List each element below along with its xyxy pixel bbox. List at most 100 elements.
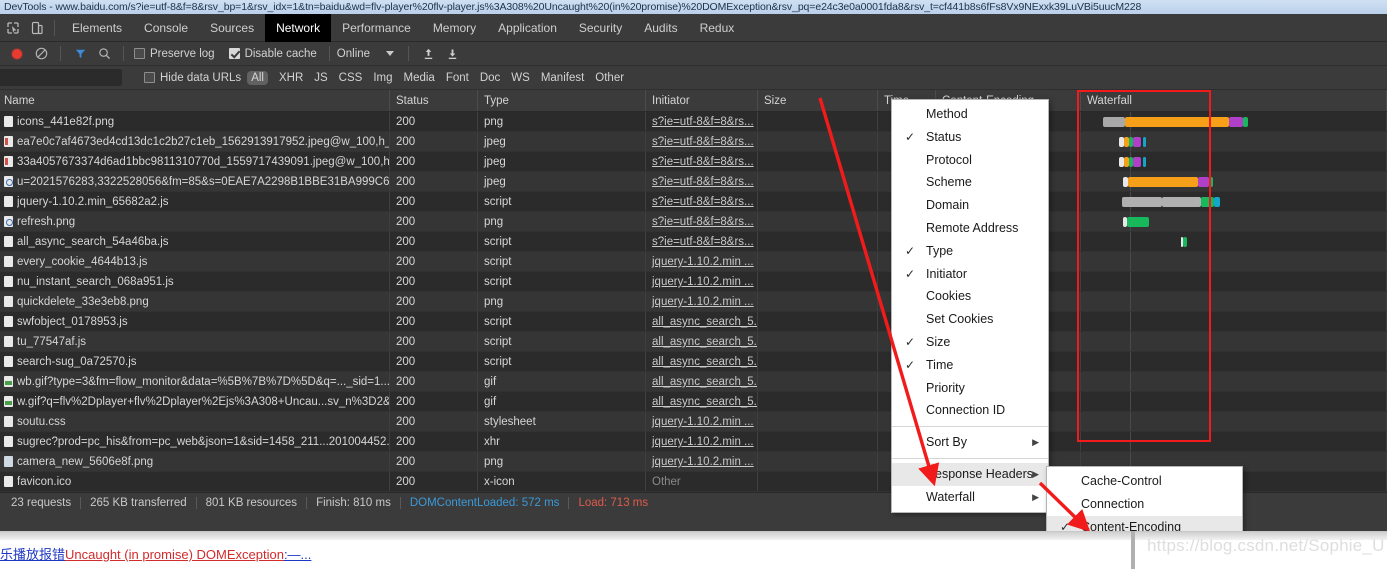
preserve-log-checkbox[interactable]: Preserve log bbox=[134, 48, 215, 60]
search-icon[interactable] bbox=[92, 43, 116, 65]
tab-application[interactable]: Application bbox=[487, 14, 568, 42]
initiator-link[interactable]: jquery-1.10.2.min ... bbox=[652, 436, 754, 448]
table-row[interactable]: wb.gif?type=3&fm=flow_monitor&data=%5B%7… bbox=[0, 372, 1387, 392]
menu-item-connection-id[interactable]: Connection ID bbox=[892, 399, 1048, 422]
error-text-tail[interactable]: :—... bbox=[284, 547, 311, 562]
initiator-link[interactable]: jquery-1.10.2.min ... bbox=[652, 276, 754, 288]
initiator-link[interactable]: jquery-1.10.2.min ... bbox=[652, 256, 754, 268]
funnel-icon[interactable] bbox=[68, 43, 92, 65]
filter-type-img[interactable]: Img bbox=[373, 72, 392, 84]
initiator-link[interactable]: all_async_search_5... bbox=[652, 316, 757, 328]
page-scroll-grip[interactable] bbox=[1131, 531, 1135, 569]
table-row[interactable]: all_async_search_54a46ba.js 200 script s?ie… bbox=[0, 232, 1387, 252]
table-row[interactable]: nu_instant_search_068a951.js 200 script jqu… bbox=[0, 272, 1387, 292]
tab-security[interactable]: Security bbox=[568, 14, 633, 42]
column-context-menu[interactable]: Method ✓ Status Protocol Scheme Domain Remote … bbox=[891, 99, 1049, 513]
filter-type-css[interactable]: CSS bbox=[339, 72, 363, 84]
tab-elements[interactable]: Elements bbox=[61, 14, 133, 42]
initiator-link[interactable]: all_async_search_5... bbox=[652, 356, 757, 368]
filter-type-doc[interactable]: Doc bbox=[480, 72, 500, 84]
table-row[interactable]: u=2021576283,3322528056&fm=85&s=0EAE7A22… bbox=[0, 172, 1387, 192]
initiator-link[interactable]: s?ie=utf-8&f=8&rs... bbox=[652, 216, 754, 228]
column-header-size[interactable]: Size bbox=[758, 90, 878, 111]
initiator-link[interactable]: s?ie=utf-8&f=8&rs... bbox=[652, 116, 754, 128]
initiator-link[interactable]: s?ie=utf-8&f=8&rs... bbox=[652, 196, 754, 208]
hide-data-urls-checkbox[interactable]: Hide data URLs bbox=[144, 72, 241, 84]
table-row[interactable]: refresh.png200pngs?ie=utf-8&f=8&rs...4 m… bbox=[0, 212, 1387, 232]
column-header-waterfall[interactable]: Waterfall bbox=[1081, 90, 1387, 111]
tab-memory[interactable]: Memory bbox=[422, 14, 487, 42]
menu-item-protocol[interactable]: Protocol bbox=[892, 149, 1048, 172]
table-row[interactable]: jquery-1.10.2.min_65682a2.js 200 script s?i… bbox=[0, 192, 1387, 212]
initiator-link[interactable]: jquery-1.10.2.min ... bbox=[652, 456, 754, 468]
menu-item-scheme[interactable]: Scheme bbox=[892, 171, 1048, 194]
menu-item-response-headers[interactable]: Response Headers ▶ bbox=[892, 462, 1048, 486]
menu-item-connection[interactable]: Connection bbox=[1047, 493, 1242, 516]
filter-type-js[interactable]: JS bbox=[314, 72, 327, 84]
menu-item-status[interactable]: ✓ Status bbox=[892, 126, 1048, 149]
table-row[interactable]: 33a4057673374d6ad1bbc9811310770d_1559717… bbox=[0, 152, 1387, 172]
inspect-element-icon[interactable] bbox=[2, 17, 24, 39]
export-har-icon[interactable] bbox=[440, 43, 464, 65]
menu-item-cookies[interactable]: Cookies bbox=[892, 285, 1048, 308]
tab-redux[interactable]: Redux bbox=[689, 14, 746, 42]
throttling-select[interactable]: Online bbox=[337, 48, 395, 60]
column-header-name[interactable]: Name bbox=[0, 90, 390, 111]
device-toolbar-icon[interactable] bbox=[26, 17, 48, 39]
initiator-link[interactable]: jquery-1.10.2.min ... bbox=[652, 416, 754, 428]
menu-item-set-cookies[interactable]: Set Cookies bbox=[892, 308, 1048, 331]
column-header-status[interactable]: Status bbox=[390, 90, 478, 111]
filter-type-ws[interactable]: WS bbox=[511, 72, 530, 84]
column-header-initiator[interactable]: Initiator bbox=[646, 90, 758, 111]
table-row[interactable]: soutu.css 200 stylesheet jquery-1.10.2.min … bbox=[0, 412, 1387, 432]
table-row[interactable]: w.gif?q=flv%2Dplayer+flv%2Dplayer%2Ejs%3… bbox=[0, 392, 1387, 412]
error-text-en[interactable]: Uncaught (in promise) DOMException bbox=[65, 547, 284, 562]
cell-initiator: all_async_search_5... bbox=[646, 312, 758, 331]
initiator-link[interactable]: s?ie=utf-8&f=8&rs... bbox=[652, 236, 754, 248]
tab-network[interactable]: Network bbox=[265, 13, 332, 42]
initiator-link[interactable]: s?ie=utf-8&f=8&rs... bbox=[652, 176, 754, 188]
menu-item-remote-address[interactable]: Remote Address bbox=[892, 217, 1048, 240]
table-row[interactable]: search-sug_0a72570.js 200 script all_async_… bbox=[0, 352, 1387, 372]
table-row[interactable]: quickdelete_33e3eb8.png 200 png jquery-1.10… bbox=[0, 292, 1387, 312]
filter-input[interactable]: Filter bbox=[0, 69, 122, 86]
tab-audits[interactable]: Audits bbox=[633, 14, 688, 42]
tab-performance[interactable]: Performance bbox=[331, 14, 422, 42]
table-row[interactable]: tu_77547af.js 200 script all_async_search_5… bbox=[0, 332, 1387, 352]
table-row[interactable]: icons_441e82f.png 200 png s?ie=utf-8&f=8&rs… bbox=[0, 112, 1387, 132]
table-row[interactable]: every_cookie_4644b13.js 200 script jquery-1… bbox=[0, 252, 1387, 272]
filter-type-media[interactable]: Media bbox=[404, 72, 435, 84]
menu-item-cache-control[interactable]: Cache-Control bbox=[1047, 470, 1242, 493]
column-header-type[interactable]: Type bbox=[478, 90, 646, 111]
tab-sources[interactable]: Sources bbox=[199, 14, 265, 42]
initiator-link[interactable]: all_async_search_5... bbox=[652, 376, 757, 388]
record-icon[interactable] bbox=[5, 43, 29, 65]
initiator-link[interactable]: all_async_search_5... bbox=[652, 336, 757, 348]
filter-type-xhr[interactable]: XHR bbox=[279, 72, 303, 84]
initiator-link[interactable]: s?ie=utf-8&f=8&rs... bbox=[652, 156, 754, 168]
menu-item-initiator[interactable]: ✓ Initiator bbox=[892, 263, 1048, 286]
error-text-cn[interactable]: 乐播放报错 bbox=[0, 547, 65, 562]
table-row[interactable]: sugrec?prod=pc_his&from=pc_web&json=1&si… bbox=[0, 432, 1387, 452]
table-row[interactable]: ea7e0c7af4673ed4cd13dc1c2b27c1eb_1562913… bbox=[0, 132, 1387, 152]
filter-type-other[interactable]: Other bbox=[595, 72, 624, 84]
tab-console[interactable]: Console bbox=[133, 14, 199, 42]
filter-type-manifest[interactable]: Manifest bbox=[541, 72, 584, 84]
menu-item-method[interactable]: Method bbox=[892, 103, 1048, 126]
filter-type-all[interactable]: All bbox=[247, 70, 268, 85]
initiator-link[interactable]: jquery-1.10.2.min ... bbox=[652, 296, 754, 308]
initiator-link[interactable]: all_async_search_5... bbox=[652, 396, 757, 408]
clear-icon[interactable] bbox=[29, 43, 53, 65]
menu-item-type[interactable]: ✓ Type bbox=[892, 240, 1048, 263]
filter-type-font[interactable]: Font bbox=[446, 72, 469, 84]
menu-item-time[interactable]: ✓ Time bbox=[892, 354, 1048, 377]
initiator-link[interactable]: s?ie=utf-8&f=8&rs... bbox=[652, 136, 754, 148]
import-har-icon[interactable] bbox=[416, 43, 440, 65]
menu-item-domain[interactable]: Domain bbox=[892, 194, 1048, 217]
menu-item-sort-by[interactable]: Sort By ▶ bbox=[892, 431, 1048, 454]
table-row[interactable]: swfobject_0178953.js 200 script all_async_s… bbox=[0, 312, 1387, 332]
disable-cache-checkbox[interactable]: Disable cache bbox=[228, 48, 317, 60]
menu-item-waterfall[interactable]: Waterfall ▶ bbox=[892, 486, 1048, 509]
menu-item-priority[interactable]: Priority bbox=[892, 377, 1048, 400]
menu-item-size[interactable]: ✓ Size bbox=[892, 331, 1048, 354]
